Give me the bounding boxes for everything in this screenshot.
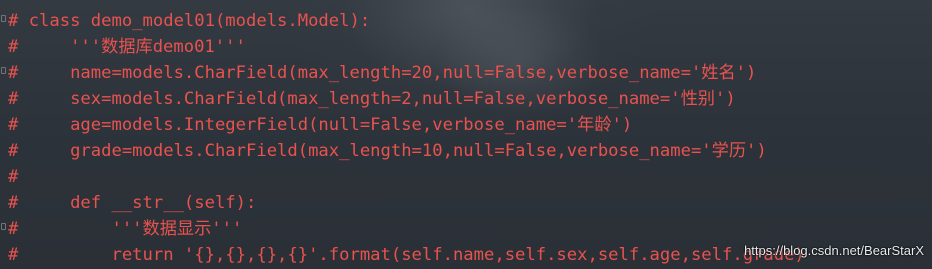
code-line: # name=models.CharField(max_length=20,nu…: [8, 63, 757, 83]
code-line: # sex=models.CharField(max_length=2,null…: [8, 89, 736, 109]
fold-marker-icon[interactable]: [1, 223, 6, 230]
code-line: # grade=models.CharField(max_length=10,n…: [8, 141, 767, 161]
code-line: # class demo_model01(models.Model):: [8, 11, 371, 31]
watermark-url: https://blog.csdn.net/BearStarX: [744, 243, 924, 258]
code-line: # def __str__(self):: [8, 193, 257, 213]
code-editor[interactable]: # class demo_model01(models.Model): # ''…: [0, 0, 932, 269]
editor-gutter: [0, 0, 6, 269]
fold-marker-icon[interactable]: [1, 15, 6, 22]
code-line: # '''数据显示''': [8, 219, 243, 239]
code-line: # age=models.IntegerField(null=False,ver…: [8, 115, 633, 135]
code-line: #: [8, 167, 19, 187]
code-line: # '''数据库demo01''': [8, 37, 246, 57]
code-line: # return '{},{},{},{}'.format(self.name,…: [8, 245, 805, 265]
fold-marker-icon[interactable]: [1, 67, 6, 74]
